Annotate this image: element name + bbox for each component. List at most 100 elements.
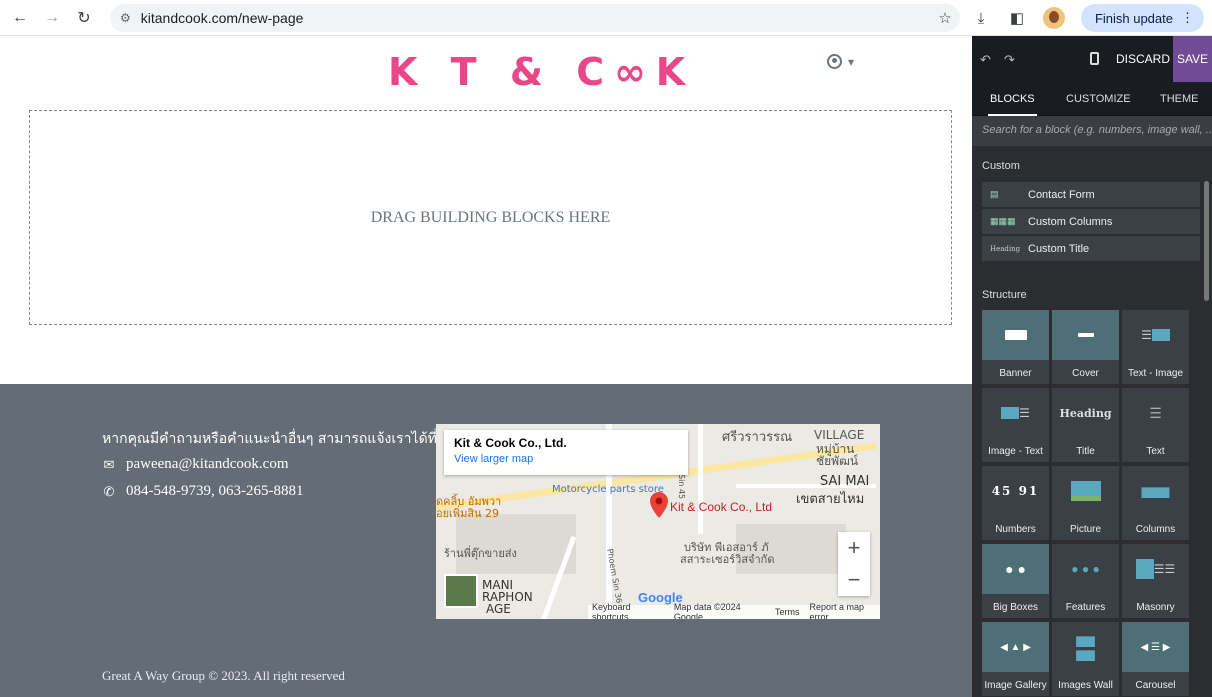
columns-block-icon: ▆▆▆ — [1141, 484, 1170, 498]
structure-section-title: Structure — [982, 289, 1027, 301]
block-label: Text - Image — [1127, 368, 1184, 379]
discard-button[interactable]: DISCARD — [1116, 52, 1170, 66]
view-larger-map-link[interactable]: View larger map — [454, 453, 678, 465]
block-image-text[interactable]: ☰ Image - Text — [982, 388, 1049, 462]
url-text: kitandcook.com/new-page — [140, 9, 304, 26]
save-button[interactable]: SAVE — [1173, 36, 1212, 82]
block-banner[interactable]: Banner — [982, 310, 1049, 384]
text-image-icon: ☰ — [1122, 310, 1189, 360]
map-label: สสาระเซอร์วิสจำกัด — [680, 553, 775, 566]
redo-icon[interactable]: ↷ — [1004, 52, 1015, 68]
block-columns[interactable]: ▆▆▆ Columns — [1122, 466, 1189, 540]
satellite-toggle[interactable] — [444, 574, 478, 608]
editor-toolbar: ↶ ↷ DISCARD SAVE — [972, 36, 1212, 82]
picture-icon — [1052, 466, 1119, 516]
phone-icon: ✆ — [103, 483, 115, 499]
custom-block-label: Contact Form — [1028, 188, 1095, 201]
site-logo[interactable]: K T & C∞K — [388, 50, 695, 94]
image-text-icon: ☰ — [982, 388, 1049, 438]
carousel-icon: ◀ ☰ ▶ — [1122, 622, 1189, 672]
map-label: เขตสายไหม — [796, 492, 865, 507]
more-menu-icon: ⋮ — [1181, 10, 1194, 25]
numbers-icon: 45 91 — [982, 466, 1049, 516]
block-masonry[interactable]: ☰☰ Masonry — [1122, 544, 1189, 618]
block-text[interactable]: ☰ Text — [1122, 388, 1189, 462]
block-numbers[interactable]: 45 91 Numbers — [982, 466, 1049, 540]
map-place-name: Kit & Cook Co., Ltd. — [454, 436, 567, 450]
big-boxes-icon: ● ● — [982, 544, 1049, 594]
address-bar[interactable]: ⚙ kitandcook.com/new-page — [110, 3, 960, 32]
block-label: Carousel — [1135, 680, 1176, 691]
block-carousel[interactable]: ◀ ☰ ▶ Carousel — [1122, 622, 1189, 696]
editor-panel: ↶ ↷ DISCARD SAVE BLOCKS CUSTOMIZE THEME … — [972, 36, 1212, 697]
keyboard-shortcuts-link[interactable]: Keyboard shortcuts — [592, 602, 664, 619]
map-pin-icon[interactable] — [650, 492, 668, 518]
map-label: ชัยพัฒน์ — [816, 454, 859, 468]
editor-tabs: BLOCKS CUSTOMIZE THEME — [972, 82, 1212, 116]
block-picture[interactable]: Picture — [1052, 466, 1119, 540]
block-label: Numbers — [995, 524, 1036, 535]
custom-block-contact-form[interactable]: ▤ Contact Form — [982, 182, 1200, 207]
map-zoom-controls: + − — [838, 532, 870, 596]
email-text[interactable]: paweena@kitandcook.com — [126, 456, 289, 473]
custom-block-columns[interactable]: ▦▦▦ Custom Columns — [982, 209, 1200, 234]
email-line: ✉ paweena@kitandcook.com — [102, 456, 289, 473]
map-label: Motorcycle parts store — [552, 484, 664, 495]
map-label: ร้านพี่ตุ๊กขายส่ง — [444, 547, 517, 560]
block-features[interactable]: ● ● ● Features — [1052, 544, 1119, 618]
chevron-down-icon: ▾ — [848, 54, 855, 69]
custom-section-title: Custom — [982, 160, 1020, 172]
block-title[interactable]: Heading Title — [1052, 388, 1119, 462]
block-text-image[interactable]: ☰ Text - Image — [1122, 310, 1189, 384]
download-icon[interactable]: ⤓ — [971, 8, 991, 28]
heading-icon: Heading — [990, 244, 1021, 253]
contact-title: หากคุณมีคำถามหรือคำแนะนำอื่นๆ สามารถแจ้ง… — [102, 431, 447, 447]
site-info-icon[interactable]: ⚙ — [120, 11, 131, 25]
tab-customize[interactable]: CUSTOMIZE — [1066, 93, 1131, 105]
drop-zone[interactable]: DRAG BUILDING BLOCKS HERE — [29, 110, 952, 325]
images-wall-icon: ▆▆ ▆▆ — [1076, 633, 1095, 661]
block-search-input[interactable]: Search for a block (e.g. numbers, image … — [972, 116, 1212, 146]
block-label: Images Wall — [1058, 680, 1113, 691]
block-label: Image Gallery — [984, 680, 1047, 691]
undo-icon[interactable]: ↶ — [980, 52, 991, 68]
block-images-wall[interactable]: ▆▆ ▆▆ Images Wall — [1052, 622, 1119, 696]
forward-icon[interactable]: → — [40, 6, 64, 30]
heading-glyph: Heading — [1059, 406, 1112, 420]
block-cover[interactable]: Cover — [1052, 310, 1119, 384]
profile-avatar[interactable] — [1042, 7, 1065, 29]
bookmark-star-icon[interactable]: ☆ — [935, 8, 955, 28]
block-label: Title — [1076, 446, 1095, 457]
map-label: ศรีวราวรรณ — [722, 430, 793, 445]
finish-update-button[interactable]: Finish update ⋮ — [1080, 4, 1204, 32]
back-icon[interactable]: ← — [8, 6, 32, 30]
reload-icon[interactable]: ↻ — [72, 6, 96, 30]
panel-scrollbar[interactable] — [1204, 181, 1209, 301]
custom-block-title[interactable]: Heading Custom Title — [982, 236, 1200, 261]
phone-text: 084-548-9739, 063-265-8881 — [126, 483, 304, 499]
mobile-preview-icon[interactable] — [1090, 52, 1099, 65]
user-menu[interactable]: ▾ — [827, 54, 854, 69]
block-label: Cover — [1072, 368, 1099, 379]
title-icon: Heading — [1052, 388, 1119, 438]
terms-link[interactable]: Terms — [775, 607, 800, 617]
map-label: AGE — [486, 602, 511, 616]
google-map-embed[interactable]: ศรีวราวรรณ VILLAGE หมู่บ้าน ชัยพัฒน์ SAI… — [436, 424, 880, 619]
zoom-in-icon[interactable]: + — [848, 535, 861, 561]
block-big-boxes[interactable]: ● ● Big Boxes — [982, 544, 1049, 618]
columns-icon: ▦▦▦ — [990, 216, 1016, 226]
custom-block-label: Custom Columns — [1028, 215, 1113, 228]
tab-blocks[interactable]: BLOCKS — [988, 93, 1037, 116]
block-label: Picture — [1069, 524, 1102, 535]
zoom-out-icon[interactable]: − — [848, 567, 861, 593]
custom-block-label: Custom Title — [1028, 242, 1090, 255]
tab-theme[interactable]: THEME — [1160, 93, 1199, 105]
block-image-gallery[interactable]: ◀ ▲ ▶ Image Gallery — [982, 622, 1049, 696]
site-footer: หากคุณมีคำถามหรือคำแนะนำอื่นๆ สามารถแจ้ง… — [0, 384, 972, 697]
side-panel-icon[interactable]: ◧ — [1007, 8, 1027, 28]
banner-icon — [982, 310, 1049, 360]
report-error-link[interactable]: Report a map error — [810, 602, 881, 619]
block-label: Masonry — [1136, 602, 1175, 613]
phone-line: ✆ 084-548-9739, 063-265-8881 — [102, 483, 304, 500]
masonry-icon: ☰☰ — [1122, 544, 1189, 594]
